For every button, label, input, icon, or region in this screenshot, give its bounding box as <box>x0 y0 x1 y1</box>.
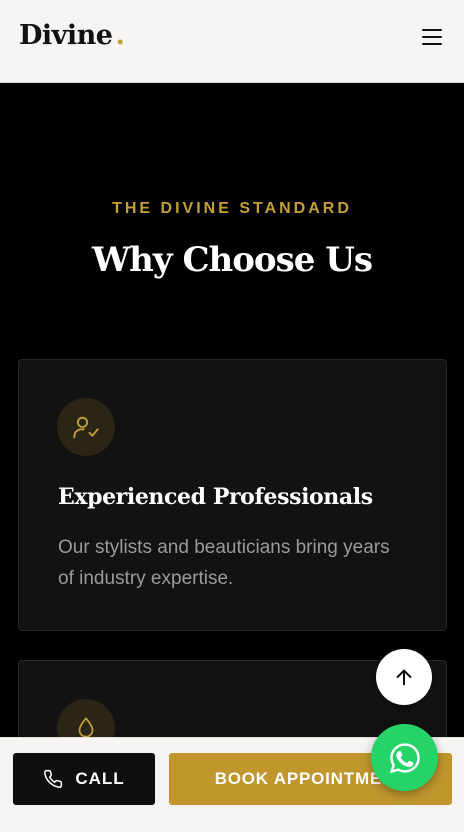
whatsapp-button[interactable] <box>371 724 438 791</box>
card-description: Our stylists and beauticians bring years… <box>58 537 390 589</box>
logo-text: Divine <box>19 20 113 51</box>
call-label: CALL <box>75 769 125 788</box>
phone-icon <box>44 769 63 788</box>
logo[interactable]: Divine. <box>19 20 125 51</box>
call-button[interactable]: CALL <box>13 753 155 805</box>
user-check-icon <box>57 398 115 456</box>
section-eyebrow: THE DIVINE STANDARD <box>112 200 352 217</box>
site-header: Divine. <box>0 0 464 83</box>
logo-dot: . <box>115 20 125 51</box>
card-title: Experienced Professionals <box>58 484 373 510</box>
section-title: Why Choose Us <box>91 240 373 280</box>
hamburger-menu-icon[interactable] <box>418 24 446 52</box>
scroll-to-top-button[interactable] <box>376 649 432 705</box>
feature-card: Experienced Professionals Our stylists a… <box>18 359 447 631</box>
arrow-up-icon <box>396 669 412 686</box>
whatsapp-icon <box>389 742 420 773</box>
